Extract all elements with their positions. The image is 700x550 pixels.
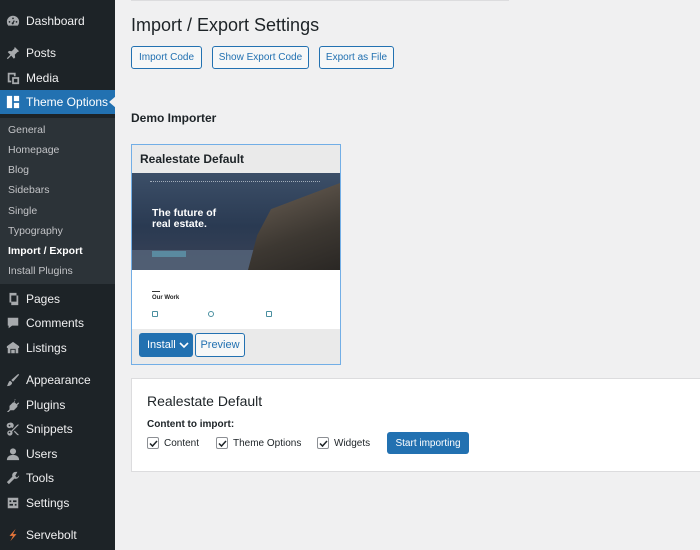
menu-label: Snippets [26, 422, 73, 436]
menu-item-users[interactable]: Users [0, 442, 115, 466]
top-divider [131, 0, 509, 1]
comment-icon [6, 316, 20, 330]
submenu-item-import-export[interactable]: Import / Export [8, 245, 83, 257]
media-icon [6, 71, 20, 85]
menu-label: Pages [26, 292, 61, 306]
work-column [208, 311, 214, 320]
card-actions: Install Preview [132, 329, 340, 364]
gear-icon [208, 311, 214, 317]
menu-label: Users [26, 447, 58, 461]
menu-item-settings[interactable]: Settings [0, 491, 115, 515]
hero-line-2: real estate. [152, 218, 207, 230]
show-export-code-button[interactable]: Show Export Code [212, 46, 309, 69]
install-label: Install [147, 339, 176, 351]
menu-item-appearance[interactable]: Appearance [0, 368, 115, 392]
listings-icon [6, 341, 20, 355]
panel-title: Realestate Default [147, 393, 263, 409]
checkbox-label: Content [164, 437, 200, 449]
submenu-item-install-plugins[interactable]: Install Plugins [8, 265, 73, 277]
menu-label: Appearance [26, 373, 91, 387]
chevron-down-icon[interactable] [179, 340, 189, 350]
checkbox-box[interactable] [147, 437, 159, 449]
export-as-file-button[interactable]: Export as File [319, 46, 394, 69]
paint-roller-icon [266, 311, 272, 317]
plugin-icon [6, 398, 20, 412]
theme-options-checkbox[interactable]: Theme Options [216, 437, 301, 449]
menu-label: Servebolt [26, 528, 77, 542]
menu-label: Media [26, 71, 59, 85]
settings-icon [6, 496, 20, 510]
widgets-checkbox[interactable]: Widgets [317, 437, 370, 449]
theme-demo-card[interactable]: Realestate Default The future of real es… [131, 144, 341, 365]
wrench-icon [6, 471, 20, 485]
theme-options-submenu: General Homepage Blog Sidebars Single Ty… [0, 118, 115, 284]
checkmark-icon [149, 440, 158, 448]
demo-importer-heading: Demo Importer [131, 111, 217, 125]
scissors-icon [6, 422, 20, 436]
menu-label: Plugins [26, 398, 66, 412]
menu-label: Tools [26, 471, 55, 485]
preview-button[interactable]: Preview [195, 333, 245, 357]
menu-item-listings[interactable]: Listings [0, 336, 115, 360]
work-column [266, 311, 272, 320]
hero-headline: The future of real estate. [152, 208, 216, 230]
menu-label: Theme Options [26, 95, 109, 109]
menu-item-dashboard[interactable]: Dashboard [0, 9, 115, 33]
hero-house [248, 183, 340, 270]
checkmark-icon [319, 440, 328, 448]
work-column [152, 311, 158, 320]
submenu-item-general[interactable]: General [8, 124, 45, 136]
checkbox-label: Widgets [334, 437, 371, 449]
grid-icon [6, 95, 20, 109]
menu-label: Comments [26, 316, 85, 330]
submenu-item-blog[interactable]: Blog [8, 164, 29, 176]
submenu-item-homepage[interactable]: Homepage [8, 144, 59, 156]
section-title: Our Work [152, 295, 180, 301]
menu-item-servebolt[interactable]: Servebolt [0, 523, 115, 547]
servebolt-icon [6, 528, 20, 542]
content-checkbox[interactable]: Content [147, 437, 199, 449]
checkbox-box[interactable] [216, 437, 228, 449]
dashboard-icon [6, 14, 20, 28]
menu-item-comments[interactable]: Comments [0, 311, 115, 335]
checkbox-label: Theme Options [233, 437, 302, 449]
menu-item-theme-options[interactable]: Theme Options [0, 90, 116, 114]
menu-item-posts[interactable]: Posts [0, 41, 115, 65]
submenu-item-typography[interactable]: Typography [8, 225, 63, 237]
house-icon [152, 311, 158, 317]
hero-image: The future of real estate. [132, 173, 340, 270]
content-to-import-label: Content to import: [147, 419, 235, 430]
menu-label: Settings [26, 496, 70, 510]
menu-item-media[interactable]: Media [0, 66, 115, 90]
menu-item-plugins[interactable]: Plugins [0, 393, 115, 417]
user-icon [6, 447, 20, 461]
menu-item-tools[interactable]: Tools [0, 466, 115, 490]
section-rule [152, 291, 160, 292]
import-panel: Realestate Default Content to import: Co… [131, 378, 700, 472]
menu-label: Dashboard [26, 14, 85, 28]
menu-item-pages[interactable]: Pages [0, 287, 115, 311]
page-title: Import / Export Settings [131, 15, 320, 35]
menu-label: Listings [26, 341, 67, 355]
menu-label: Posts [26, 46, 57, 60]
brush-icon [6, 373, 20, 387]
pin-icon [6, 46, 20, 60]
admin-sidebar: Dashboard Posts Media Theme Options Gene… [0, 0, 116, 550]
import-code-button[interactable]: Import Code [131, 46, 202, 69]
pages-icon [6, 292, 20, 306]
card-title: Realestate Default [132, 145, 340, 173]
checkmark-icon [218, 440, 227, 448]
menu-item-snippets[interactable]: Snippets [0, 417, 115, 441]
install-button[interactable]: Install [139, 333, 193, 357]
submenu-item-single[interactable]: Single [8, 205, 37, 217]
hero-button [152, 251, 186, 257]
start-importing-button[interactable]: Start importing [387, 432, 469, 454]
checkbox-box[interactable] [317, 437, 329, 449]
demo-screenshot: The future of real estate. Our Work [132, 173, 340, 329]
submenu-item-sidebars[interactable]: Sidebars [8, 184, 49, 196]
hero-nav [150, 181, 320, 183]
